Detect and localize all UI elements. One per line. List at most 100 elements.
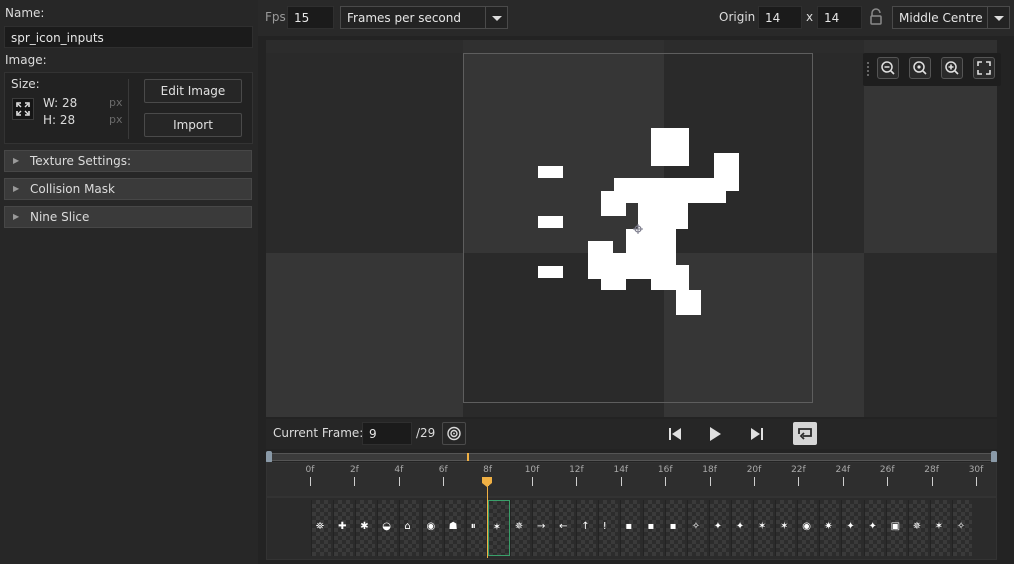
speed-mode-dropdown[interactable]: Frames per second (340, 6, 508, 29)
frame-thumbnail[interactable]: ⛯ (311, 500, 331, 556)
range-playhead-marker (467, 453, 469, 461)
frame-glyph: ✶ (780, 521, 789, 532)
onion-skin-icon[interactable] (442, 422, 466, 445)
edit-image-button[interactable]: Edit Image (144, 79, 242, 103)
frame-glyph: ǃ (603, 521, 607, 532)
frame-thumbnail[interactable]: ✶ (753, 500, 773, 556)
unlock-icon[interactable] (868, 8, 884, 26)
size-label: Size: (11, 77, 40, 91)
zoom-reset-icon[interactable] (909, 57, 931, 79)
ruler-tick-label: 24f (835, 465, 851, 475)
chevron-down-icon (485, 7, 507, 29)
frame-thumbnail[interactable]: ◉ (421, 500, 442, 556)
expand-arrow-icon: ▶ (13, 184, 20, 193)
name-label: Name: (5, 6, 45, 20)
frame-thumbnail[interactable]: ✶ (929, 500, 950, 556)
frame-glyph: ✧ (691, 521, 701, 532)
zoom-in-icon[interactable] (941, 57, 963, 79)
origin-separator: x (806, 10, 814, 24)
frame-thumbnail[interactable]: ▪ (620, 500, 641, 556)
origin-preset-dropdown[interactable]: Middle Centre (892, 6, 1010, 29)
frame-thumbnail[interactable]: ✦ (863, 500, 884, 556)
frame-thumbnail[interactable]: ✶ (487, 500, 510, 556)
frame-thumbnail[interactable]: ✦ (708, 500, 729, 556)
frame-thumbnail[interactable]: → (532, 500, 552, 556)
frame-thumbnail[interactable]: ☗ (443, 500, 464, 556)
width-unit: px (109, 96, 123, 109)
texture-settings-section[interactable]: ▶ Texture Settings: (4, 150, 252, 172)
ruler-tick (976, 477, 977, 486)
sprite-canvas[interactable] (266, 40, 997, 417)
fps-label: Fps (265, 10, 286, 24)
zoom-out-icon[interactable] (877, 57, 899, 79)
frame-glyph: ✵ (514, 521, 524, 532)
ruler-tick (576, 477, 578, 486)
import-button[interactable]: Import (144, 113, 242, 137)
frame-thumbnail[interactable]: ↑ (576, 500, 597, 556)
ruler-tick-label: 30f (968, 465, 984, 475)
frame-glyph: ☗ (448, 521, 458, 532)
frame-thumbnail[interactable]: ✱ (355, 500, 376, 556)
frame-thumbnail[interactable]: ▪ (642, 500, 663, 556)
nine-slice-section[interactable]: ▶ Nine Slice (4, 206, 252, 228)
frame-thumbnail[interactable]: ✵ (907, 500, 928, 556)
frame-glyph: ✦ (846, 521, 855, 532)
frame-thumbnail[interactable]: ▣ (885, 500, 906, 556)
ruler-tick-label: 18f (702, 465, 717, 475)
ruler-tick (398, 477, 400, 486)
frame-glyph: ✦ (713, 521, 723, 532)
ruler-tick-label: 26f (879, 465, 895, 475)
playhead-line (487, 486, 488, 558)
skip-to-end-icon[interactable] (748, 425, 766, 443)
collision-mask-section[interactable]: ▶ Collision Mask (4, 178, 252, 200)
play-icon[interactable] (706, 425, 724, 443)
resize-icon[interactable] (12, 98, 34, 120)
ruler-tick-label: 28f (924, 465, 939, 475)
frame-thumbnail[interactable]: ⌂ (399, 500, 420, 556)
image-label: Image: (5, 53, 47, 67)
fit-screen-icon[interactable] (973, 57, 995, 79)
current-frame-input[interactable]: 9 (362, 422, 412, 445)
frame-thumbnail[interactable]: ✚ (333, 500, 354, 556)
ruler-tick (310, 477, 311, 486)
range-track[interactable] (268, 453, 994, 461)
origin-x-input[interactable]: 14 (758, 6, 802, 29)
frame-thumbnail[interactable]: ✦ (841, 500, 862, 556)
section-label: Nine Slice (30, 210, 90, 224)
frame-glyph: ← (559, 521, 568, 532)
ruler-tick (532, 477, 533, 486)
frame-thumbnail[interactable]: ✶ (775, 500, 796, 556)
frame-thumbnail[interactable]: ✵ (509, 500, 530, 556)
checker-tile (266, 40, 463, 53)
ruler-tick-label: 16f (657, 465, 673, 475)
frame-thumbnail[interactable]: ✧ (686, 500, 707, 556)
frame-thumbnail[interactable]: ⏸ (465, 500, 486, 556)
skip-to-start-icon[interactable] (666, 425, 684, 443)
frame-thumbnail[interactable]: ← (554, 500, 575, 556)
frame-thumbnail[interactable]: ✦ (730, 500, 751, 556)
fps-input[interactable]: 15 (287, 6, 334, 29)
origin-y-input[interactable]: 14 (817, 6, 862, 29)
frame-glyph: ✶ (758, 521, 767, 532)
frame-thumbnail[interactable]: ✧ (951, 500, 972, 556)
frame-thumbnail[interactable]: ▪ (664, 500, 685, 556)
origin-crosshair-icon[interactable] (633, 223, 643, 234)
origin-label: Origin (719, 10, 756, 24)
ruler-tick-label: 10f (524, 465, 540, 475)
frame-glyph: ⏸ (470, 521, 476, 532)
frame-glyph: ✶ (492, 522, 502, 533)
checker-tile (864, 253, 997, 417)
frame-thumbnail[interactable]: ǃ (598, 500, 619, 556)
frame-thumbnail[interactable]: ✷ (819, 500, 840, 556)
ruler-tick (842, 477, 844, 486)
frame-glyph: ✶ (934, 521, 944, 532)
sprite-name-input[interactable]: spr_icon_inputs (4, 26, 253, 48)
drag-handle-icon[interactable] (867, 62, 873, 76)
origin-preset-value: Middle Centre (899, 11, 983, 25)
frame-thumbnail[interactable]: ◒ (377, 500, 398, 556)
loop-toggle-icon[interactable] (793, 422, 817, 445)
expand-arrow-icon: ▶ (13, 212, 20, 221)
ruler-tick-label: 22f (791, 465, 806, 475)
image-size-group: Size: W: 28 H: 28 px px Edit Image Impor… (4, 72, 253, 144)
frame-thumbnail[interactable]: ◉ (797, 500, 818, 556)
